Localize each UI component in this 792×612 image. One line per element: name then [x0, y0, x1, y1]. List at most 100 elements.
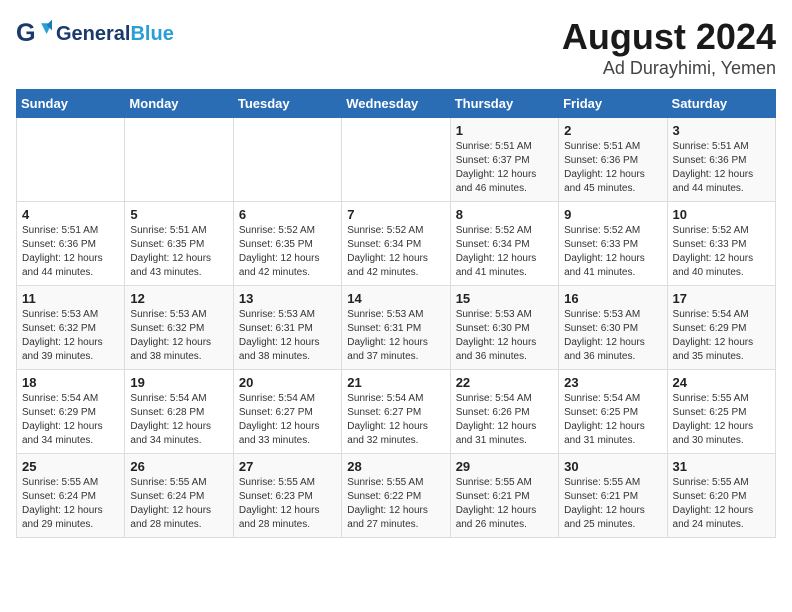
calendar-cell: 26Sunrise: 5:55 AM Sunset: 6:24 PM Dayli… [125, 454, 233, 538]
calendar-title-block: August 2024 Ad Durayhimi, Yemen [562, 16, 776, 79]
calendar-cell: 4 Sunrise: 5:51 AM Sunset: 6:36 PM Daylig… [17, 202, 125, 286]
calendar-cell: 21 Sunrise: 5:54 AM Sunset: 6:27 PM Dayli… [342, 370, 450, 454]
day-number: 24 [673, 375, 770, 390]
day-detail: Sunrise: 5:55 AM Sunset: 6:24 PM Dayligh… [130, 476, 227, 532]
calendar-cell: 16Sunrise: 5:53 AM Sunset: 6:30 PM Dayli… [559, 286, 667, 370]
weekday-header-friday: Friday [559, 90, 667, 118]
calendar-cell: 23Sunrise: 5:54 AM Sunset: 6:25 PM Dayli… [559, 370, 667, 454]
calendar-cell: 24 Sunrise: 5:55 AM Sunset: 6:25 PM Dayli… [667, 370, 775, 454]
day-detail: Sunrise: 5:53 AM Sunset: 6:31 PM Dayligh… [239, 308, 336, 364]
day-number: 29 [456, 459, 553, 474]
day-number: 10 [673, 207, 770, 222]
day-number: 4 [22, 207, 119, 222]
day-detail: Sunrise: 5:55 AM Sunset: 6:24 PM Dayligh… [22, 476, 119, 532]
calendar-body: 1 Sunrise: 5:51 AM Sunset: 6:37 PM Daylig… [17, 118, 776, 538]
calendar-cell: 22 Sunrise: 5:54 AM Sunset: 6:26 PM Dayli… [450, 370, 558, 454]
calendar-cell [17, 118, 125, 202]
day-detail: Sunrise: 5:55 AM Sunset: 6:21 PM Dayligh… [456, 476, 553, 532]
calendar-cell: 6Sunrise: 5:52 AM Sunset: 6:35 PM Daylig… [233, 202, 341, 286]
calendar-cell: 9 Sunrise: 5:52 AM Sunset: 6:33 PM Daylig… [559, 202, 667, 286]
calendar-cell: 12 Sunrise: 5:53 AM Sunset: 6:32 PM Dayli… [125, 286, 233, 370]
day-detail: Sunrise: 5:51 AM Sunset: 6:37 PM Dayligh… [456, 140, 553, 196]
day-detail: Sunrise: 5:54 AM Sunset: 6:29 PM Dayligh… [673, 308, 770, 364]
calendar-cell: 5Sunrise: 5:51 AM Sunset: 6:35 PM Daylig… [125, 202, 233, 286]
calendar-cell: 1 Sunrise: 5:51 AM Sunset: 6:37 PM Daylig… [450, 118, 558, 202]
day-detail: Sunrise: 5:53 AM Sunset: 6:31 PM Dayligh… [347, 308, 444, 364]
day-number: 23 [564, 375, 661, 390]
calendar-subtitle: Ad Durayhimi, Yemen [562, 58, 776, 79]
calendar-cell: 10 Sunrise: 5:52 AM Sunset: 6:33 PM Dayli… [667, 202, 775, 286]
day-detail: Sunrise: 5:54 AM Sunset: 6:26 PM Dayligh… [456, 392, 553, 448]
calendar-cell: 13 Sunrise: 5:53 AM Sunset: 6:31 PM Dayli… [233, 286, 341, 370]
day-detail: Sunrise: 5:55 AM Sunset: 6:22 PM Dayligh… [347, 476, 444, 532]
calendar-cell: 2Sunrise: 5:51 AM Sunset: 6:36 PM Daylig… [559, 118, 667, 202]
day-number: 31 [673, 459, 770, 474]
logo-text: GeneralBlue [56, 23, 174, 46]
day-number: 20 [239, 375, 336, 390]
day-detail: Sunrise: 5:52 AM Sunset: 6:35 PM Dayligh… [239, 224, 336, 280]
calendar-cell: 15 Sunrise: 5:53 AM Sunset: 6:30 PM Dayli… [450, 286, 558, 370]
calendar-week-row: 18 Sunrise: 5:54 AM Sunset: 6:29 PM Dayli… [17, 370, 776, 454]
calendar-week-row: 11 Sunrise: 5:53 AM Sunset: 6:32 PM Dayli… [17, 286, 776, 370]
calendar-cell: 19 Sunrise: 5:54 AM Sunset: 6:28 PM Dayli… [125, 370, 233, 454]
day-number: 3 [673, 123, 770, 138]
calendar-cell [233, 118, 341, 202]
day-number: 18 [22, 375, 119, 390]
weekday-header-sunday: Sunday [17, 90, 125, 118]
calendar-week-row: 4 Sunrise: 5:51 AM Sunset: 6:36 PM Daylig… [17, 202, 776, 286]
logo: G GeneralBlue [16, 16, 174, 52]
calendar-cell: 18 Sunrise: 5:54 AM Sunset: 6:29 PM Dayli… [17, 370, 125, 454]
calendar-week-row: 1 Sunrise: 5:51 AM Sunset: 6:37 PM Daylig… [17, 118, 776, 202]
day-number: 7 [347, 207, 444, 222]
calendar-cell: 30 Sunrise: 5:55 AM Sunset: 6:21 PM Dayli… [559, 454, 667, 538]
calendar-cell [342, 118, 450, 202]
day-number: 21 [347, 375, 444, 390]
day-number: 28 [347, 459, 444, 474]
svg-text:G: G [16, 19, 36, 47]
day-number: 2 [564, 123, 661, 138]
calendar-title: August 2024 [562, 16, 776, 58]
day-number: 14 [347, 291, 444, 306]
calendar-cell: 28 Sunrise: 5:55 AM Sunset: 6:22 PM Dayli… [342, 454, 450, 538]
day-detail: Sunrise: 5:55 AM Sunset: 6:21 PM Dayligh… [564, 476, 661, 532]
day-detail: Sunrise: 5:53 AM Sunset: 6:32 PM Dayligh… [130, 308, 227, 364]
calendar-cell: 8Sunrise: 5:52 AM Sunset: 6:34 PM Daylig… [450, 202, 558, 286]
calendar-table: SundayMondayTuesdayWednesdayThursdayFrid… [16, 89, 776, 538]
day-number: 30 [564, 459, 661, 474]
day-detail: Sunrise: 5:51 AM Sunset: 6:36 PM Dayligh… [22, 224, 119, 280]
calendar-cell: 11 Sunrise: 5:53 AM Sunset: 6:32 PM Dayli… [17, 286, 125, 370]
day-detail: Sunrise: 5:53 AM Sunset: 6:30 PM Dayligh… [564, 308, 661, 364]
day-detail: Sunrise: 5:52 AM Sunset: 6:34 PM Dayligh… [347, 224, 444, 280]
day-number: 11 [22, 291, 119, 306]
weekday-header-tuesday: Tuesday [233, 90, 341, 118]
day-number: 19 [130, 375, 227, 390]
day-detail: Sunrise: 5:55 AM Sunset: 6:25 PM Dayligh… [673, 392, 770, 448]
day-number: 15 [456, 291, 553, 306]
weekday-header-saturday: Saturday [667, 90, 775, 118]
day-number: 25 [22, 459, 119, 474]
calendar-cell: 31 Sunrise: 5:55 AM Sunset: 6:20 PM Dayli… [667, 454, 775, 538]
day-detail: Sunrise: 5:51 AM Sunset: 6:36 PM Dayligh… [673, 140, 770, 196]
day-detail: Sunrise: 5:52 AM Sunset: 6:33 PM Dayligh… [673, 224, 770, 280]
day-number: 8 [456, 207, 553, 222]
day-detail: Sunrise: 5:53 AM Sunset: 6:32 PM Dayligh… [22, 308, 119, 364]
calendar-cell: 7 Sunrise: 5:52 AM Sunset: 6:34 PM Daylig… [342, 202, 450, 286]
day-detail: Sunrise: 5:54 AM Sunset: 6:28 PM Dayligh… [130, 392, 227, 448]
day-number: 12 [130, 291, 227, 306]
day-detail: Sunrise: 5:51 AM Sunset: 6:35 PM Dayligh… [130, 224, 227, 280]
day-detail: Sunrise: 5:55 AM Sunset: 6:20 PM Dayligh… [673, 476, 770, 532]
weekday-header-wednesday: Wednesday [342, 90, 450, 118]
day-number: 1 [456, 123, 553, 138]
logo-icon: G [16, 16, 52, 52]
day-detail: Sunrise: 5:52 AM Sunset: 6:33 PM Dayligh… [564, 224, 661, 280]
weekday-header-thursday: Thursday [450, 90, 558, 118]
day-number: 9 [564, 207, 661, 222]
day-detail: Sunrise: 5:54 AM Sunset: 6:27 PM Dayligh… [347, 392, 444, 448]
page-header: G GeneralBlue August 2024 Ad Durayhimi, … [16, 16, 776, 79]
day-detail: Sunrise: 5:54 AM Sunset: 6:29 PM Dayligh… [22, 392, 119, 448]
day-detail: Sunrise: 5:53 AM Sunset: 6:30 PM Dayligh… [456, 308, 553, 364]
calendar-header: SundayMondayTuesdayWednesdayThursdayFrid… [17, 90, 776, 118]
day-number: 13 [239, 291, 336, 306]
day-number: 22 [456, 375, 553, 390]
calendar-week-row: 25 Sunrise: 5:55 AM Sunset: 6:24 PM Dayli… [17, 454, 776, 538]
